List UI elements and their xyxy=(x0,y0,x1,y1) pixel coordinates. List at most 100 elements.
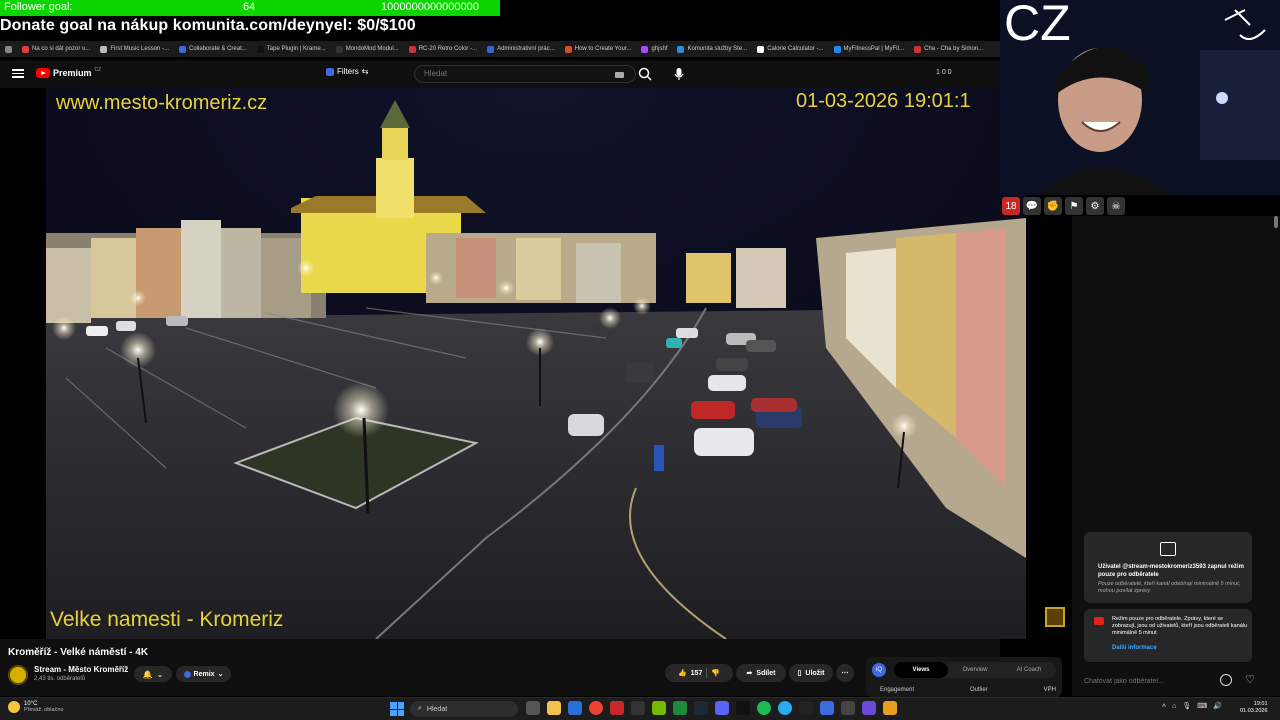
file-explorer-icon[interactable] xyxy=(547,701,561,715)
obs-icon[interactable] xyxy=(736,701,750,715)
tab-overview[interactable]: Overview xyxy=(948,667,1002,673)
search-button[interactable] xyxy=(636,65,654,83)
channel-avatar[interactable] xyxy=(8,665,28,685)
steam-icon[interactable] xyxy=(694,701,708,715)
bookmark-item[interactable]: Calorie Calculator -... xyxy=(752,45,828,53)
header-stats-text: 1 0 0 xyxy=(936,69,952,76)
apps-icon[interactable] xyxy=(0,45,17,53)
task-view-icon[interactable] xyxy=(526,701,540,715)
bookmark-item[interactable]: RC-20 Retro Color -... xyxy=(404,45,482,53)
microphone-icon[interactable]: 🎙 xyxy=(1182,702,1191,710)
app-icon-3[interactable] xyxy=(862,701,876,715)
tab-views[interactable]: Views xyxy=(894,662,948,678)
bookmark-label: First Music Lesson -... xyxy=(110,46,170,52)
camera-url-overlay: www.mesto-kromeriz.cz xyxy=(56,92,268,114)
save-button[interactable]: ▯ Uložit xyxy=(789,664,833,682)
bookmark-icon: ▯ xyxy=(797,670,802,677)
spotify-icon[interactable] xyxy=(757,701,771,715)
bookmark-item[interactable]: Cha - Cha by Simon... xyxy=(909,45,988,53)
xbox-icon[interactable] xyxy=(673,701,687,715)
heart-icon[interactable]: ♡ xyxy=(1244,674,1256,686)
bookmark-favicon-icon xyxy=(22,45,29,53)
more-actions-button[interactable]: ⋯ xyxy=(836,664,854,682)
language-icon[interactable]: ⌨ xyxy=(1197,702,1207,710)
subscribers-notice-description: Pouze odběratelé, kteří kanál odebírají … xyxy=(1098,581,1241,594)
bookmark-favicon-icon xyxy=(335,45,343,53)
thumbs-up-icon[interactable]: 👍 xyxy=(678,669,687,677)
bookmark-favicon-icon xyxy=(757,45,765,53)
network-icon[interactable]: ⌂ xyxy=(1172,703,1176,710)
bookmark-favicon-icon xyxy=(833,45,841,53)
streamer-badges: 18 💬 ✊ ⚑ ⚙ ☠ xyxy=(1000,196,1125,216)
camera-timestamp-overlay: 01-03-2026 19:01:1 xyxy=(796,90,971,112)
nvidia-icon[interactable] xyxy=(652,701,666,715)
like-count: 157 xyxy=(690,669,703,677)
bookmark-item[interactable]: MyFitnessPal | MyFit... xyxy=(829,45,910,53)
video-info: Kroměříž - Velké náměstí - 4K Stream - M… xyxy=(0,639,1000,696)
thumbs-down-icon[interactable]: 👎 xyxy=(711,669,720,677)
chat-input[interactable] xyxy=(1084,673,1214,689)
video-player[interactable]: www.mesto-kromeriz.cz 01-03-2026 19:01:1… xyxy=(46,88,1026,639)
filters-label: Filters xyxy=(337,67,359,76)
channel-name[interactable]: Stream - Město Kroměříž xyxy=(34,665,128,674)
speech-bubble-icon: 💬 xyxy=(1023,197,1041,215)
youtube-logo[interactable]: Premium CZ xyxy=(36,67,101,78)
bookmark-item[interactable]: ghjshf xyxy=(636,45,672,53)
system-tray: ˄ ⌂ 🎙 ⌨ 🔊 xyxy=(1162,702,1222,711)
bookmark-item[interactable]: Collaborate & Creat... xyxy=(174,45,252,53)
speaker-icon[interactable]: 🔊 xyxy=(1213,702,1222,710)
bookmark-label: ghjshf xyxy=(651,46,668,52)
bookmark-label: MyFitnessPal | MyFit... xyxy=(843,46,905,52)
more-info-link[interactable]: Další informace xyxy=(1112,645,1157,651)
bookmark-item[interactable]: Tape Plugin | Krame... xyxy=(252,45,331,53)
search-input[interactable] xyxy=(424,69,574,78)
chevron-up-icon[interactable]: ˄ xyxy=(1162,703,1166,710)
bookmark-item[interactable]: First Music Lesson -... xyxy=(95,45,174,53)
emoji-icon[interactable] xyxy=(1220,674,1232,686)
bookmark-item[interactable]: Na co si dát pozor u... xyxy=(17,45,95,53)
taskbar-search[interactable]: ⌕ Hledat xyxy=(410,701,518,717)
telegram-icon[interactable] xyxy=(778,701,792,715)
chrome-icon[interactable] xyxy=(589,701,603,715)
remix-button[interactable]: Remix ⌄ xyxy=(176,666,231,682)
voice-search-button[interactable] xyxy=(672,65,686,83)
follower-count: 64 xyxy=(243,1,256,13)
taskbar-apps xyxy=(526,701,897,715)
notifications-button[interactable]: 🔔 ⌄ xyxy=(134,666,172,682)
like-dislike-button[interactable]: 👍 157 👎 xyxy=(665,664,733,682)
store-icon[interactable] xyxy=(568,701,582,715)
app-icon-2[interactable] xyxy=(820,701,834,715)
notion-icon[interactable] xyxy=(799,701,813,715)
share-icon: ➦ xyxy=(746,670,753,677)
share-button[interactable]: ➦ Sdílet xyxy=(736,664,786,682)
weather-description: Převáž. oblačno xyxy=(24,707,64,713)
youtube-logo-text: Premium xyxy=(53,68,92,78)
bookmark-item[interactable]: Administrativní prác... xyxy=(482,45,560,53)
bookmark-label: Komunita služby Ste... xyxy=(687,46,748,52)
settings-icon[interactable] xyxy=(841,701,855,715)
insights-icon[interactable]: iQ xyxy=(872,663,886,677)
tab-ai-coach[interactable]: AI Coach xyxy=(1002,667,1056,673)
bookmark-favicon-icon xyxy=(256,45,264,53)
bookmark-label: Na co si dát pozor u... xyxy=(32,46,91,52)
opera-icon[interactable] xyxy=(610,701,624,715)
hamburger-menu-icon[interactable] xyxy=(12,67,24,79)
filters-button[interactable]: Filters ⇆ xyxy=(326,67,368,76)
app-icon[interactable] xyxy=(631,701,645,715)
chat-scrollbar[interactable] xyxy=(1274,216,1278,228)
bookmark-label: Calorie Calculator -... xyxy=(767,46,824,52)
microphone-icon xyxy=(674,68,684,80)
bookmark-item[interactable]: How to Create Your... xyxy=(560,45,637,53)
bookmark-item[interactable]: Komunita služby Ste... xyxy=(672,45,752,53)
bookmark-favicon-icon xyxy=(179,45,187,53)
bookmark-favicon-icon xyxy=(677,45,685,53)
keyboard-icon[interactable] xyxy=(615,72,624,78)
windows-start-icon[interactable] xyxy=(390,702,404,716)
search-box xyxy=(414,65,636,83)
app-icon-4[interactable] xyxy=(883,701,897,715)
discord-icon[interactable] xyxy=(715,701,729,715)
weather-widget[interactable]: 10°C Převáž. oblačno xyxy=(8,701,63,713)
gun-icon: ⚙ xyxy=(1086,197,1104,215)
bookmark-item[interactable]: MondoMod Modul... xyxy=(331,45,404,53)
taskbar-clock[interactable]: 19:01 01.03.2026 xyxy=(1240,701,1268,715)
